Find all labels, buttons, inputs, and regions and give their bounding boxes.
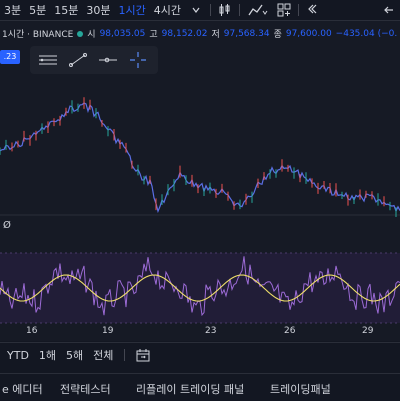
range-1y-button[interactable]: 1해: [34, 347, 61, 363]
grid-icon[interactable]: [273, 2, 295, 18]
timeframe-toolbar: 3분 5분 15분 30분 1시간 4시간: [0, 0, 400, 21]
symbol-legend: 1시간 · BINANCE 시 98,035.05 고 98,152.02 저 97,…: [2, 27, 398, 41]
high-value: 98,152.02: [161, 28, 208, 39]
x-tick-label: 29: [362, 326, 374, 336]
calendar-range-icon[interactable]: [132, 347, 154, 363]
timeframe-3m[interactable]: 3분: [0, 2, 25, 18]
open-label: 시: [87, 30, 96, 40]
timeframe-30m[interactable]: 30분: [82, 2, 114, 18]
x-tick-label: 16: [26, 326, 38, 336]
oscillator-label: Ø: [3, 220, 11, 231]
open-value: 98,035.05: [99, 28, 146, 39]
range-5y-button[interactable]: 5해: [61, 347, 88, 363]
tab-replay-trading-panel[interactable]: 리플레이 트레이딩 패널: [136, 381, 244, 397]
toolbar-divider: [298, 4, 299, 16]
tab-trading-panel[interactable]: 트레이딩패널: [270, 381, 331, 397]
x-tick-label: 26: [284, 326, 296, 336]
trend-line-icon[interactable]: [66, 50, 90, 70]
close-label: 종: [273, 30, 282, 40]
indicators-icon[interactable]: [243, 2, 273, 18]
range-toolbar: YTD 1해 5해 전체: [0, 342, 400, 367]
market-status-dot: [77, 30, 84, 37]
price-badge: .23: [0, 50, 20, 64]
timeframe-4h[interactable]: 4시간: [150, 2, 185, 18]
x-axis[interactable]: 16 19 23 26 29: [0, 322, 400, 342]
tab-strategy-tester[interactable]: 전략테스터: [60, 381, 111, 397]
tab-pine-editor[interactable]: e 에디터: [2, 381, 43, 397]
close-value: 97,600.00: [285, 28, 332, 39]
toolbar-divider: [239, 4, 240, 16]
change-value: −435.04 (−0.: [335, 28, 398, 39]
undo-icon[interactable]: [302, 2, 324, 18]
low-label: 저: [211, 30, 220, 40]
bottom-panel-tabs: e 에디터 전략테스터 리플레이 트레이딩 패널 트레이딩패널: [0, 373, 400, 401]
toolbar-divider: [210, 4, 211, 16]
x-tick-label: 19: [102, 326, 114, 336]
horizontal-ray-icon[interactable]: [96, 50, 120, 70]
range-ytd-button[interactable]: YTD: [2, 349, 34, 362]
crosshair-icon[interactable]: [126, 50, 150, 70]
low-value: 97,568.34: [223, 28, 270, 39]
timeframe-15m[interactable]: 15분: [50, 2, 82, 18]
chevron-icon[interactable]: [185, 2, 207, 18]
candle-marks: [0, 97, 397, 217]
range-all-button[interactable]: 전체: [88, 347, 118, 363]
high-label: 고: [149, 30, 158, 40]
symbol-label[interactable]: 1시간 · BINANCE: [2, 27, 73, 40]
timeframe-1h[interactable]: 1시간: [115, 2, 150, 18]
candles-icon[interactable]: [214, 2, 236, 18]
x-tick-label: 23: [205, 326, 217, 336]
drawing-toolbar: [30, 46, 158, 74]
back-arrow-icon[interactable]: [378, 2, 400, 18]
toolbar-divider: [124, 349, 126, 361]
timeframe-5m[interactable]: 5분: [25, 2, 50, 18]
horizontal-lines-icon[interactable]: [36, 50, 60, 70]
